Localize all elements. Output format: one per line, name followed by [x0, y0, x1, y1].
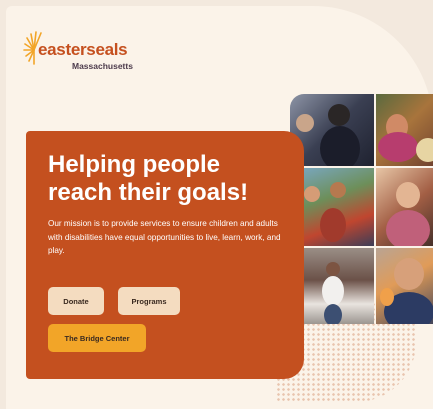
photo-craft-table — [376, 94, 433, 166]
hero-title: Helping people reach their goals! — [48, 151, 249, 206]
page: easterseals Massachusetts Helping people… — [0, 0, 433, 409]
easterseals-logo[interactable]: easterseals Massachusetts — [20, 28, 160, 74]
donate-button[interactable]: Donate — [48, 287, 104, 315]
photo-woman-smiling — [376, 168, 433, 246]
bridge-center-button[interactable]: The Bridge Center — [48, 324, 146, 352]
programs-button[interactable]: Programs — [118, 287, 180, 315]
brand-region: Massachusetts — [72, 61, 133, 71]
photo-collage — [290, 94, 433, 324]
homepage-card: easterseals Massachusetts Helping people… — [6, 6, 433, 409]
hero-panel: Helping people reach their goals! Our mi… — [26, 131, 304, 379]
brand-name: easterseals — [38, 40, 128, 59]
mission-statement: Our mission is to provide services to en… — [48, 219, 281, 255]
photo-boy-with-ice-cream — [376, 248, 433, 324]
